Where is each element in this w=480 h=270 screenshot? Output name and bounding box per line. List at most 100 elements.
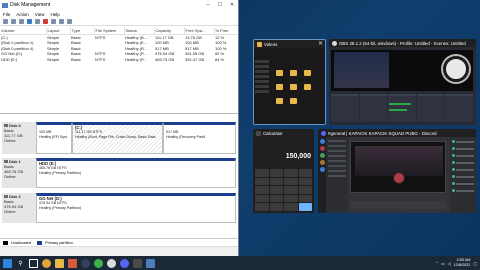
disk-label[interactable]: Disk 2 Basic 476.94 GB Online [2, 193, 36, 223]
obs-source-preview [334, 52, 389, 88]
partition-e[interactable]: HDD (E:) 465.76 GB NTFS Healthy (Primary… [36, 158, 236, 188]
snap-card-calculator[interactable]: Calculator 150,000 [253, 129, 314, 213]
snap-card-videos[interactable]: Videos ✕ [253, 39, 326, 125]
column-header-capacity[interactable]: Capacity [154, 27, 185, 35]
partition-status: Healthy (Recovery Partit [166, 134, 205, 139]
disk-management-icon[interactable] [146, 258, 155, 268]
disk-label[interactable]: Disk 0 Basic 111.77 GB Online [2, 122, 36, 154]
table-row[interactable]: HDD (E:) Simple Basic NTFS Healthy (P...… [0, 56, 238, 63]
chrome-icon[interactable] [42, 258, 51, 268]
disk-row-disk-0[interactable]: Disk 0 Basic 111.77 GB Online 100 MB Hea… [2, 122, 236, 154]
obs-logo [443, 56, 469, 82]
task-view-icon[interactable] [29, 258, 38, 268]
menu-action[interactable]: Action [16, 12, 29, 17]
check-icon[interactable] [51, 19, 56, 24]
partition-recovery[interactable]: 517 MB Healthy (Recovery Partit [163, 122, 236, 154]
snap-card-obs[interactable]: OBS 28.1.2 (64-bit, windows) - Profile: … [329, 39, 476, 125]
close-icon[interactable]: ✕ [226, 2, 238, 8]
partition-c[interactable]: (C:) 111.17 GB NTFS Healthy (Boot, Page … [72, 122, 163, 154]
disk-row-disk-2[interactable]: Disk 2 Basic 476.94 GB Online GG Net (D:… [2, 193, 236, 223]
steam-icon[interactable] [81, 258, 90, 268]
volume-status: Healthy (P... [125, 56, 147, 62]
column-header-layout[interactable]: Layout [46, 27, 71, 35]
obs-preview [329, 47, 476, 125]
close-icon[interactable]: ✕ [318, 40, 323, 47]
whatsapp-icon[interactable] [94, 258, 103, 268]
properties-icon[interactable] [19, 19, 24, 24]
disk-label[interactable]: Disk 1 Basic 465.76 GB Online [2, 158, 36, 188]
disk-icon [4, 124, 8, 127]
column-header-status[interactable]: Status [124, 27, 155, 35]
folder-icon [276, 70, 283, 76]
disk-icon [4, 195, 8, 198]
calculator-icon[interactable] [133, 258, 142, 268]
volume-capacity: 465.75 GB [155, 56, 175, 62]
avatar [393, 172, 405, 184]
folder-icon [290, 84, 297, 90]
clock-date: 12/8/2022 [453, 263, 471, 267]
disk-status: Online [4, 138, 16, 143]
folder-icon [304, 84, 311, 90]
channel-list [326, 137, 348, 213]
message-input [350, 201, 446, 209]
column-header-type[interactable]: Type [70, 27, 95, 35]
obs-icon[interactable] [107, 258, 116, 268]
calculator-icon [256, 130, 261, 136]
discord-icon [321, 130, 326, 136]
volume-layout: Simple [47, 56, 60, 62]
volume-list: Volume Layout Type File System Status Ca… [0, 27, 238, 63]
card-title: #general | KAPACIK KAPACIK SQUAD PUBG - … [328, 130, 437, 136]
card-title-bar: #general | KAPACIK KAPACIK SQUAD PUBG - … [318, 129, 476, 137]
volume-file-system: NTFS [95, 56, 106, 62]
help-icon[interactable] [27, 19, 32, 24]
controls-dock [445, 94, 473, 122]
legend: Unallocated Primary partition [0, 238, 238, 246]
menu-help[interactable]: Help [50, 12, 59, 17]
unallocated-swatch [3, 240, 8, 245]
system-tray: ^ ▭ ◁ 2:55 AM 12/8/2022 ▢ [436, 258, 480, 267]
audio-meter [389, 109, 407, 111]
clock[interactable]: 2:55 AM 12/8/2022 [454, 258, 471, 267]
snap-card-discord[interactable]: #general | KAPACIK KAPACIK SQUAD PUBG - … [318, 129, 476, 213]
chevron-up-icon[interactable]: ^ [436, 261, 438, 265]
explore-icon[interactable] [67, 19, 72, 24]
column-header-free-space[interactable]: Free Spa... [184, 27, 215, 35]
delete-icon[interactable] [43, 19, 48, 24]
column-header-volume[interactable]: Volume [0, 27, 47, 35]
column-header-percent-free[interactable]: % Free [214, 27, 238, 35]
partition-d[interactable]: GG Net (D:) 476.94 GB NTFS Healthy (Prim… [36, 193, 236, 223]
minimize-icon[interactable]: ─ [202, 2, 214, 8]
transitions-dock [416, 94, 445, 122]
forward-icon[interactable] [11, 19, 16, 24]
menu-view[interactable]: View [35, 12, 45, 17]
window-title: Disk Management [10, 2, 51, 8]
list-icon[interactable] [35, 19, 40, 24]
folder-icon [290, 98, 297, 104]
folder-icon [257, 41, 262, 47]
search-icon[interactable]: ⚲ [16, 259, 25, 268]
open-icon[interactable] [59, 19, 64, 24]
discord-icon[interactable] [120, 258, 129, 268]
back-icon[interactable] [3, 19, 8, 24]
menu-file[interactable]: File [3, 12, 10, 17]
file-explorer-icon[interactable] [55, 258, 64, 268]
disk-management-app-icon [2, 2, 8, 8]
taskbar: ⚲ ^ ▭ ◁ 2:55 AM 12/8/2022 ▢ [0, 256, 480, 270]
partition-status: Healthy (EFI Syst [39, 134, 67, 139]
network-icon[interactable]: ▭ [441, 261, 445, 266]
navigation-pane [255, 58, 269, 118]
notification-icon[interactable]: ▢ [473, 261, 477, 266]
partition-efi[interactable]: 100 MB Healthy (EFI Syst [36, 122, 72, 154]
maximize-icon[interactable]: ☐ [214, 2, 226, 8]
volume-free-space: 391.47 GB [185, 56, 205, 62]
menu-bar: File Action View Help [0, 10, 238, 18]
sources-dock [359, 94, 388, 122]
folder-icon [290, 70, 297, 76]
obs-docks [331, 94, 473, 122]
column-header-file-system[interactable]: File System [94, 27, 125, 35]
media-player-icon[interactable] [68, 258, 77, 268]
volume-icon[interactable]: ◁ [448, 261, 451, 266]
windows-start-icon[interactable] [3, 258, 12, 268]
disk-row-disk-1[interactable]: Disk 1 Basic 465.76 GB Online HDD (E:) 4… [2, 158, 236, 188]
member-list [450, 137, 476, 213]
